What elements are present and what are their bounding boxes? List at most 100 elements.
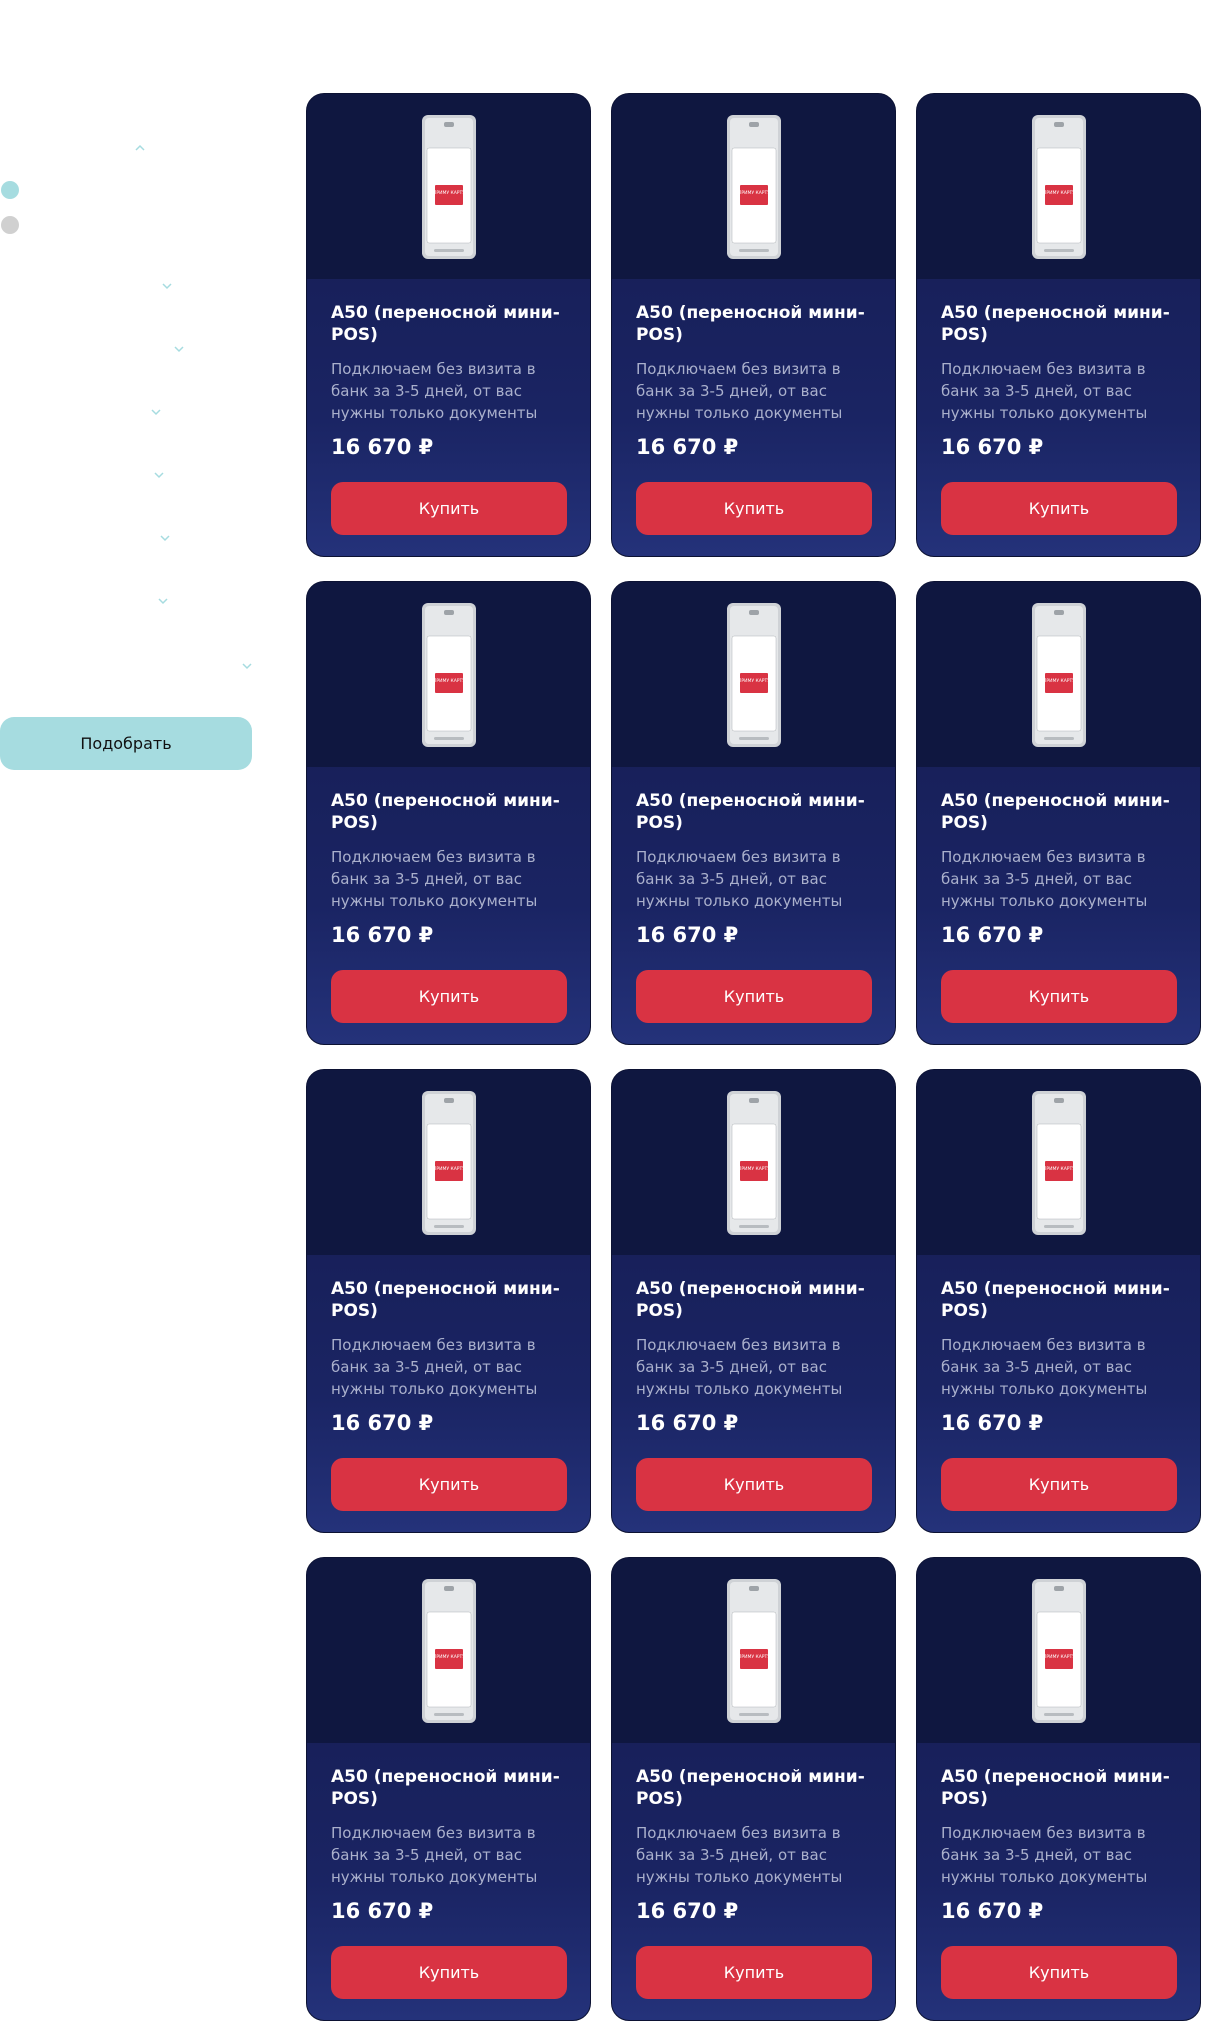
pos-terminal-image: ПРИМУ КАРТУ (421, 114, 476, 259)
product-description: Подключаем без визита в банк за 3-5 дней… (941, 848, 1148, 910)
product-card: ПРИМУ КАРТУ A50 (переносной мини-POS) По… (306, 1557, 591, 2021)
chevron-down-icon[interactable] (156, 596, 170, 606)
pos-terminal-image: ПРИМУ КАРТУ (421, 1578, 476, 1723)
buy-button[interactable]: Купить (331, 970, 567, 1023)
product-image: ПРИМУ КАРТУ (917, 94, 1200, 279)
chevron-up-icon[interactable] (133, 143, 147, 153)
pos-terminal-image: ПРИМУ КАРТУ (1031, 1578, 1086, 1723)
svg-text:ПРИМУ КАРТУ: ПРИМУ КАРТУ (1043, 190, 1075, 196)
product-card: ПРИМУ КАРТУ A50 (переносной мини-POS) По… (611, 581, 896, 1045)
svg-text:ПРИМУ КАРТУ: ПРИМУ КАРТУ (738, 678, 770, 684)
radio-inactive-dot[interactable] (1, 216, 19, 234)
svg-text:ПРИМУ КАРТУ: ПРИМУ КАРТУ (433, 678, 465, 684)
radio-active-dot[interactable] (1, 181, 19, 199)
svg-text:ПРИМУ КАРТУ: ПРИМУ КАРТУ (1043, 1166, 1075, 1172)
buy-button[interactable]: Купить (941, 1946, 1177, 1999)
pos-terminal-image: ПРИМУ КАРТУ (726, 114, 781, 259)
product-card: ПРИМУ КАРТУ A50 (переносной мини-POS) По… (306, 1069, 591, 1533)
product-description: Подключаем без визита в банк за 3-5 дней… (941, 360, 1148, 422)
chevron-down-icon[interactable] (152, 470, 166, 480)
product-price: 16 670 ₽ (331, 435, 434, 459)
product-title: A50 (переносной мини-POS) (941, 1279, 1170, 1321)
product-description: Подключаем без визита в банк за 3-5 дней… (636, 360, 843, 422)
chevron-down-icon[interactable] (172, 344, 186, 354)
product-price: 16 670 ₽ (941, 923, 1044, 947)
product-card: ПРИМУ КАРТУ A50 (переносной мини-POS) По… (306, 581, 591, 1045)
buy-button[interactable]: Купить (636, 1458, 872, 1511)
pos-terminal-image: ПРИМУ КАРТУ (1031, 114, 1086, 259)
svg-text:ПРИМУ КАРТУ: ПРИМУ КАРТУ (738, 1166, 770, 1172)
buy-button[interactable]: Купить (941, 970, 1177, 1023)
product-price: 16 670 ₽ (331, 923, 434, 947)
pos-terminal-image: ПРИМУ КАРТУ (1031, 602, 1086, 747)
product-image: ПРИМУ КАРТУ (612, 94, 895, 279)
svg-text:ПРИМУ КАРТУ: ПРИМУ КАРТУ (1043, 678, 1075, 684)
filter-sidebar: Подобрать (0, 0, 260, 800)
svg-text:ПРИМУ КАРТУ: ПРИМУ КАРТУ (1043, 1654, 1075, 1660)
pos-terminal-image: ПРИМУ КАРТУ (421, 602, 476, 747)
product-description: Подключаем без визита в банк за 3-5 дней… (331, 1336, 538, 1398)
buy-button[interactable]: Купить (636, 1946, 872, 1999)
product-title: A50 (переносной мини-POS) (636, 1767, 865, 1809)
product-title: A50 (переносной мини-POS) (331, 791, 560, 833)
product-price: 16 670 ₽ (331, 1899, 434, 1923)
product-price: 16 670 ₽ (941, 435, 1044, 459)
product-image: ПРИМУ КАРТУ (307, 94, 590, 279)
product-image: ПРИМУ КАРТУ (307, 582, 590, 767)
product-title: A50 (переносной мини-POS) (636, 1279, 865, 1321)
product-image: ПРИМУ КАРТУ (612, 1558, 895, 1743)
pos-terminal-image: ПРИМУ КАРТУ (726, 1578, 781, 1723)
product-card: ПРИМУ КАРТУ A50 (переносной мини-POS) По… (611, 93, 896, 557)
buy-button[interactable]: Купить (636, 970, 872, 1023)
product-description: Подключаем без визита в банк за 3-5 дней… (941, 1824, 1148, 1886)
product-title: A50 (переносной мини-POS) (941, 791, 1170, 833)
product-description: Подключаем без визита в банк за 3-5 дней… (941, 1336, 1148, 1398)
product-card: ПРИМУ КАРТУ A50 (переносной мини-POS) По… (916, 581, 1201, 1045)
buy-button[interactable]: Купить (331, 1458, 567, 1511)
product-card: ПРИМУ КАРТУ A50 (переносной мини-POS) По… (306, 93, 591, 557)
pos-terminal-image: ПРИМУ КАРТУ (1031, 1090, 1086, 1235)
product-title: A50 (переносной мини-POS) (636, 791, 865, 833)
product-image: ПРИМУ КАРТУ (917, 1070, 1200, 1255)
product-price: 16 670 ₽ (636, 1411, 739, 1435)
product-description: Подключаем без визита в банк за 3-5 дней… (636, 848, 843, 910)
product-price: 16 670 ₽ (941, 1411, 1044, 1435)
product-card: ПРИМУ КАРТУ A50 (переносной мини-POS) По… (916, 93, 1201, 557)
product-price: 16 670 ₽ (331, 1411, 434, 1435)
product-card: ПРИМУ КАРТУ A50 (переносной мини-POS) По… (916, 1069, 1201, 1533)
product-card: ПРИМУ КАРТУ A50 (переносной мини-POS) По… (611, 1069, 896, 1533)
product-price: 16 670 ₽ (941, 1899, 1044, 1923)
product-price: 16 670 ₽ (636, 1899, 739, 1923)
svg-text:ПРИМУ КАРТУ: ПРИМУ КАРТУ (738, 1654, 770, 1660)
chevron-down-icon[interactable] (160, 281, 174, 291)
product-description: Подключаем без визита в банк за 3-5 дней… (331, 848, 538, 910)
product-image: ПРИМУ КАРТУ (612, 1070, 895, 1255)
chevron-down-icon[interactable] (240, 661, 254, 671)
product-price: 16 670 ₽ (636, 435, 739, 459)
product-description: Подключаем без визита в банк за 3-5 дней… (331, 360, 538, 422)
product-title: A50 (переносной мини-POS) (331, 303, 560, 345)
pos-terminal-image: ПРИМУ КАРТУ (421, 1090, 476, 1235)
svg-text:ПРИМУ КАРТУ: ПРИМУ КАРТУ (738, 190, 770, 196)
product-description: Подключаем без визита в банк за 3-5 дней… (636, 1824, 843, 1886)
pos-terminal-image: ПРИМУ КАРТУ (726, 602, 781, 747)
buy-button[interactable]: Купить (941, 1458, 1177, 1511)
buy-button[interactable]: Купить (331, 1946, 567, 1999)
chevron-down-icon[interactable] (158, 533, 172, 543)
svg-text:ПРИМУ КАРТУ: ПРИМУ КАРТУ (433, 1654, 465, 1660)
product-title: A50 (переносной мини-POS) (331, 1279, 560, 1321)
pos-terminal-image: ПРИМУ КАРТУ (726, 1090, 781, 1235)
product-title: A50 (переносной мини-POS) (331, 1767, 560, 1809)
buy-button[interactable]: Купить (941, 482, 1177, 535)
buy-button[interactable]: Купить (636, 482, 872, 535)
chevron-down-icon[interactable] (149, 407, 163, 417)
product-image: ПРИМУ КАРТУ (307, 1070, 590, 1255)
svg-text:ПРИМУ КАРТУ: ПРИМУ КАРТУ (433, 190, 465, 196)
pick-button[interactable]: Подобрать (0, 717, 252, 770)
product-title: A50 (переносной мини-POS) (636, 303, 865, 345)
product-price: 16 670 ₽ (636, 923, 739, 947)
product-image: ПРИМУ КАРТУ (612, 582, 895, 767)
product-image: ПРИМУ КАРТУ (917, 582, 1200, 767)
buy-button[interactable]: Купить (331, 482, 567, 535)
product-description: Подключаем без визита в банк за 3-5 дней… (636, 1336, 843, 1398)
